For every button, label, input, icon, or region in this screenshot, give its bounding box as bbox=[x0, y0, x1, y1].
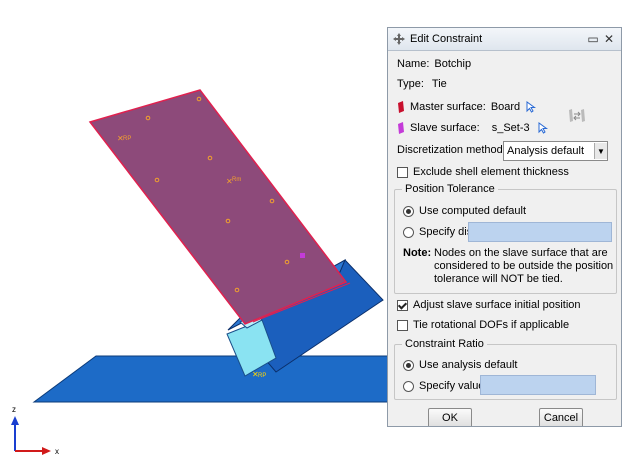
tie-rotational-row[interactable]: Tie rotational DOFs if applicable bbox=[397, 319, 569, 331]
tie-rotational-label: Tie rotational DOFs if applicable bbox=[413, 319, 570, 331]
slave-surface-value: s_Set-3 bbox=[491, 122, 530, 134]
slave-surface-icon bbox=[398, 122, 404, 134]
position-tolerance-title: Position Tolerance bbox=[402, 183, 498, 195]
rp-label: RP bbox=[123, 136, 131, 142]
type-row: Type: Tie bbox=[397, 78, 447, 90]
note-line: considered to be outside the position bbox=[434, 260, 614, 272]
name-label: Name: bbox=[397, 58, 430, 70]
use-default-row[interactable]: Use analysis default bbox=[403, 359, 517, 371]
specify-value-radio[interactable] bbox=[403, 380, 414, 392]
note-line: tolerance will NOT be tied. bbox=[434, 273, 563, 285]
master-surface-label: Master surface: bbox=[410, 101, 486, 113]
rp-label: Rm bbox=[232, 177, 241, 183]
cursor-select-icon[interactable] bbox=[537, 122, 549, 134]
type-value: Tie bbox=[431, 78, 447, 90]
axis-x-label: x bbox=[55, 447, 59, 456]
swap-surfaces-icon[interactable] bbox=[566, 107, 588, 125]
use-default-label: Use analysis default bbox=[419, 359, 518, 371]
exclude-shell-label: Exclude shell element thickness bbox=[413, 166, 569, 178]
board-part[interactable] bbox=[32, 355, 391, 403]
name-value: Botchip bbox=[434, 58, 472, 70]
edit-constraint-dialog: Edit Constraint ▭ ✕ Name: Botchip Type: … bbox=[387, 27, 622, 427]
note-line: Nodes on the slave surface that are bbox=[434, 247, 608, 259]
tolerance-note: Note: bbox=[403, 247, 431, 260]
exclude-shell-checkbox[interactable] bbox=[397, 166, 408, 178]
tie-rotational-checkbox[interactable] bbox=[397, 319, 408, 331]
exclude-shell-row[interactable]: Exclude shell element thickness bbox=[397, 166, 569, 178]
discretization-select[interactable]: Analysis default ▼ bbox=[503, 141, 608, 161]
note-label: Note: bbox=[403, 247, 432, 259]
slave-surface-label: Slave surface: bbox=[410, 122, 480, 134]
master-surface-row: Master surface: Board bbox=[397, 101, 537, 113]
close-icon[interactable]: ✕ bbox=[601, 32, 617, 46]
cancel-button[interactable]: Cancel bbox=[539, 408, 583, 426]
master-surface-icon bbox=[398, 101, 404, 113]
specify-value-input[interactable] bbox=[480, 375, 596, 395]
adjust-slave-checkbox[interactable] bbox=[397, 299, 408, 311]
axis-z-label: z bbox=[12, 405, 16, 414]
slave-surface-marker bbox=[300, 253, 305, 258]
adjust-slave-row[interactable]: Adjust slave surface initial position bbox=[397, 299, 581, 311]
axis-triad: z x bbox=[11, 405, 59, 456]
move-icon bbox=[393, 33, 405, 45]
specify-value-label: Specify value bbox=[419, 380, 485, 392]
use-default-radio[interactable] bbox=[403, 359, 414, 371]
note-text: Nodes on the slave surface that are cons… bbox=[434, 247, 613, 286]
dialog-title: Edit Constraint bbox=[410, 33, 483, 45]
constraint-ratio-group: Constraint Ratio Use analysis default Sp… bbox=[394, 338, 617, 400]
constraint-ratio-title: Constraint Ratio bbox=[402, 338, 487, 350]
cursor-select-icon[interactable] bbox=[525, 101, 537, 113]
dialog-titlebar[interactable]: Edit Constraint ▭ ✕ bbox=[388, 28, 621, 51]
use-computed-radio[interactable] bbox=[403, 205, 414, 217]
specify-distance-input[interactable] bbox=[468, 222, 612, 242]
discretization-label: Discretization method: bbox=[397, 144, 506, 156]
rp-marker-1[interactable]: ✕ RP bbox=[117, 134, 131, 143]
adjust-slave-label: Adjust slave surface initial position bbox=[413, 299, 581, 311]
use-computed-label: Use computed default bbox=[419, 205, 527, 217]
discretization-row: Discretization method: bbox=[397, 144, 506, 156]
minimize-icon[interactable]: ▭ bbox=[585, 32, 601, 46]
ok-button[interactable]: OK bbox=[428, 408, 472, 426]
specify-value-row[interactable]: Specify value bbox=[403, 380, 484, 392]
name-row: Name: Botchip bbox=[397, 58, 471, 70]
type-label: Type: bbox=[397, 78, 424, 90]
position-tolerance-group: Position Tolerance Use computed default … bbox=[394, 183, 617, 294]
plate-part[interactable] bbox=[88, 89, 348, 325]
master-surface-value: Board bbox=[490, 101, 521, 113]
rp-label: RP bbox=[258, 373, 266, 379]
use-computed-row[interactable]: Use computed default bbox=[403, 205, 526, 217]
discretization-value: Analysis default bbox=[507, 145, 585, 157]
slave-surface-row: Slave surface: s_Set-3 bbox=[397, 122, 549, 134]
chevron-down-icon[interactable]: ▼ bbox=[594, 143, 607, 159]
specify-distance-radio[interactable] bbox=[403, 226, 414, 238]
